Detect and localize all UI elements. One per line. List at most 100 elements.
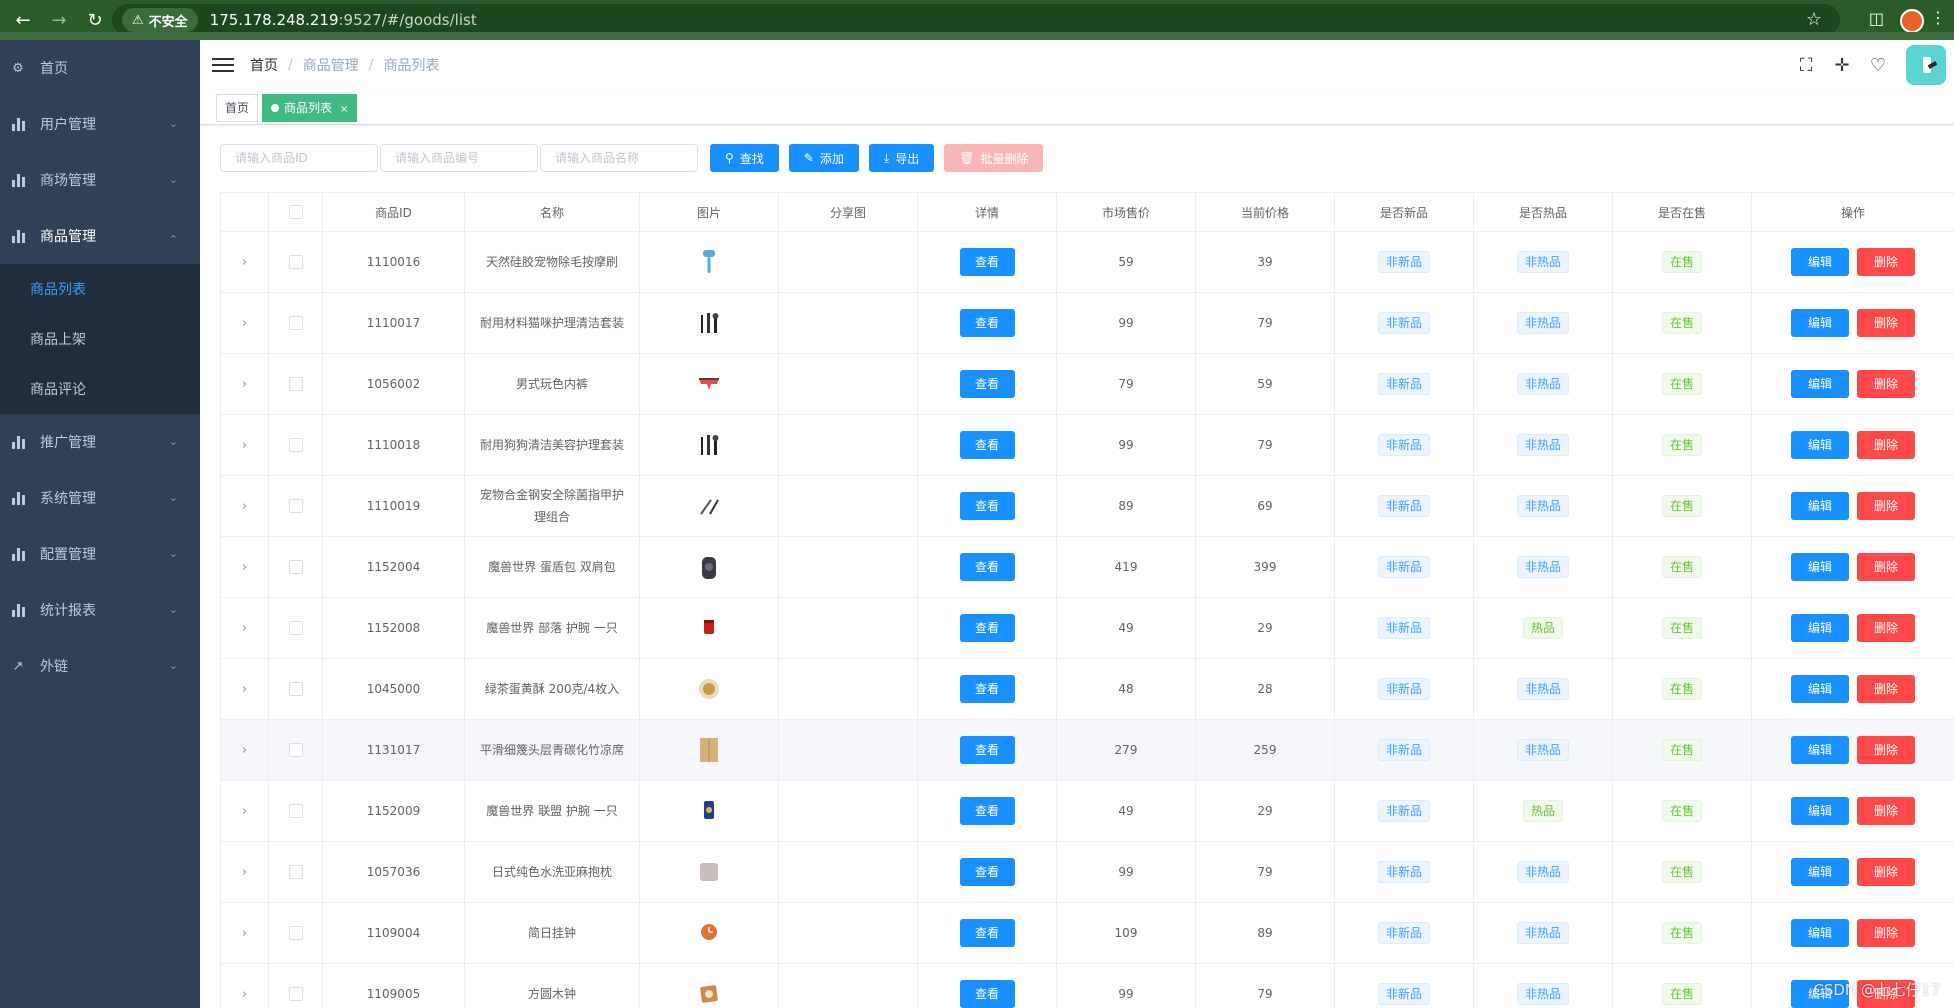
- chevron-right-icon[interactable]: ›: [242, 804, 247, 819]
- sidebar-item-mall[interactable]: 商场管理 ⌄: [0, 152, 200, 208]
- goods-id-input[interactable]: [220, 144, 378, 172]
- close-icon[interactable]: ×: [340, 104, 348, 115]
- edit-button[interactable]: 编辑: [1791, 553, 1849, 581]
- tag-goods-list[interactable]: 商品列表 ×: [262, 94, 358, 122]
- chevron-right-icon[interactable]: ›: [242, 743, 247, 758]
- edit-button[interactable]: 编辑: [1791, 309, 1849, 337]
- row-checkbox[interactable]: [288, 865, 303, 880]
- chevron-right-icon[interactable]: ›: [242, 255, 247, 270]
- view-detail-button[interactable]: 查看: [959, 675, 1015, 703]
- chevron-right-icon[interactable]: ›: [242, 621, 247, 636]
- delete-button[interactable]: 删除: [1857, 675, 1915, 703]
- breadcrumb-home[interactable]: 首页: [250, 55, 278, 75]
- view-detail-button[interactable]: 查看: [959, 248, 1015, 276]
- delete-button[interactable]: 删除: [1857, 431, 1915, 459]
- sidebar-toggle-icon[interactable]: ◫: [1869, 9, 1884, 28]
- edit-button[interactable]: 编辑: [1791, 797, 1849, 825]
- sidebar-subitem-goods-comment[interactable]: 商品评论: [0, 364, 200, 414]
- chevron-right-icon[interactable]: ›: [242, 865, 247, 880]
- row-checkbox[interactable]: [288, 438, 303, 453]
- chevron-right-icon[interactable]: ›: [242, 316, 247, 331]
- security-indicator[interactable]: ⚠ 不安全: [122, 8, 198, 32]
- chevron-right-icon[interactable]: ›: [242, 438, 247, 453]
- sidebar-subitem-goods-create[interactable]: 商品上架: [0, 314, 200, 364]
- edit-button[interactable]: 编辑: [1791, 431, 1849, 459]
- sidebar-item-config[interactable]: 配置管理 ⌄: [0, 526, 200, 582]
- user-avatar[interactable]: [1906, 45, 1946, 85]
- sidebar-item-stat[interactable]: 统计报表 ⌄: [0, 582, 200, 638]
- chevron-right-icon[interactable]: ›: [242, 499, 247, 514]
- back-icon[interactable]: ←: [10, 7, 36, 33]
- bell-icon[interactable]: ♡: [1860, 55, 1896, 76]
- sidebar-subitem-goods-list[interactable]: 商品列表: [0, 264, 200, 314]
- sidebar-item-promotion[interactable]: 推广管理 ⌄: [0, 414, 200, 470]
- chevron-right-icon[interactable]: ›: [242, 682, 247, 697]
- row-checkbox[interactable]: [288, 255, 303, 270]
- goods-name-input[interactable]: [540, 144, 698, 172]
- delete-button[interactable]: 删除: [1857, 370, 1915, 398]
- delete-button[interactable]: 删除: [1857, 858, 1915, 886]
- size-select-icon[interactable]: ✛: [1824, 55, 1860, 76]
- chevron-right-icon[interactable]: ›: [242, 987, 247, 1002]
- row-checkbox[interactable]: [288, 377, 303, 392]
- view-detail-button[interactable]: 查看: [959, 492, 1015, 520]
- browser-menu-icon[interactable]: ⋮: [1930, 8, 1946, 27]
- reload-icon[interactable]: ↻: [82, 7, 108, 33]
- delete-button[interactable]: 删除: [1857, 614, 1915, 642]
- view-detail-button[interactable]: 查看: [959, 736, 1015, 764]
- row-checkbox[interactable]: [288, 621, 303, 636]
- chevron-right-icon[interactable]: ›: [242, 377, 247, 392]
- bookmark-star-icon[interactable]: ☆: [1806, 9, 1822, 30]
- view-detail-button[interactable]: 查看: [959, 980, 1015, 1008]
- batch-delete-button[interactable]: 🗑 批量删除: [944, 144, 1044, 172]
- row-checkbox[interactable]: [288, 499, 303, 514]
- edit-button[interactable]: 编辑: [1791, 492, 1849, 520]
- tag-home[interactable]: 首页: [216, 94, 259, 122]
- view-detail-button[interactable]: 查看: [959, 797, 1015, 825]
- hamburger-menu-icon[interactable]: [212, 54, 234, 76]
- forward-icon[interactable]: →: [46, 7, 72, 33]
- edit-button[interactable]: 编辑: [1791, 248, 1849, 276]
- delete-button[interactable]: 删除: [1857, 309, 1915, 337]
- sidebar-item-external-link[interactable]: ↗ 外链 ⌄: [0, 638, 200, 694]
- sidebar-item-system[interactable]: 系统管理 ⌄: [0, 470, 200, 526]
- edit-button[interactable]: 编辑: [1791, 858, 1849, 886]
- view-detail-button[interactable]: 查看: [959, 614, 1015, 642]
- edit-button[interactable]: 编辑: [1791, 919, 1849, 947]
- export-button[interactable]: ⤓ 导出: [868, 144, 935, 172]
- delete-button[interactable]: 删除: [1857, 736, 1915, 764]
- row-checkbox[interactable]: [288, 926, 303, 941]
- delete-button[interactable]: 删除: [1857, 248, 1915, 276]
- row-checkbox[interactable]: [288, 682, 303, 697]
- row-checkbox[interactable]: [288, 316, 303, 331]
- search-button[interactable]: ⚲ 查找: [710, 144, 779, 172]
- view-detail-button[interactable]: 查看: [959, 919, 1015, 947]
- goods-sn-input[interactable]: [380, 144, 538, 172]
- row-checkbox[interactable]: [288, 804, 303, 819]
- chevron-right-icon[interactable]: ›: [242, 560, 247, 575]
- add-button[interactable]: ✎ 添加: [788, 144, 859, 172]
- edit-button[interactable]: 编辑: [1791, 370, 1849, 398]
- fullscreen-icon[interactable]: ⛶: [1788, 55, 1824, 76]
- view-detail-button[interactable]: 查看: [959, 553, 1015, 581]
- delete-button[interactable]: 删除: [1857, 492, 1915, 520]
- sidebar-item-home[interactable]: ⚙ 首页: [0, 40, 200, 96]
- breadcrumb-goods[interactable]: 商品管理: [303, 55, 359, 75]
- edit-button[interactable]: 编辑: [1791, 675, 1849, 703]
- view-detail-button[interactable]: 查看: [959, 370, 1015, 398]
- view-detail-button[interactable]: 查看: [959, 858, 1015, 886]
- profile-avatar[interactable]: [1900, 9, 1924, 33]
- delete-button[interactable]: 删除: [1857, 919, 1915, 947]
- row-checkbox[interactable]: [288, 743, 303, 758]
- edit-button[interactable]: 编辑: [1791, 614, 1849, 642]
- delete-button[interactable]: 删除: [1857, 797, 1915, 825]
- delete-button[interactable]: 删除: [1857, 553, 1915, 581]
- select-all-checkbox[interactable]: [288, 205, 303, 220]
- view-detail-button[interactable]: 查看: [959, 431, 1015, 459]
- chevron-right-icon[interactable]: ›: [242, 926, 247, 941]
- row-checkbox[interactable]: [288, 560, 303, 575]
- view-detail-button[interactable]: 查看: [959, 309, 1015, 337]
- sidebar-item-goods[interactable]: 商品管理 ⌃: [0, 208, 200, 264]
- row-checkbox[interactable]: [288, 987, 303, 1002]
- edit-button[interactable]: 编辑: [1791, 736, 1849, 764]
